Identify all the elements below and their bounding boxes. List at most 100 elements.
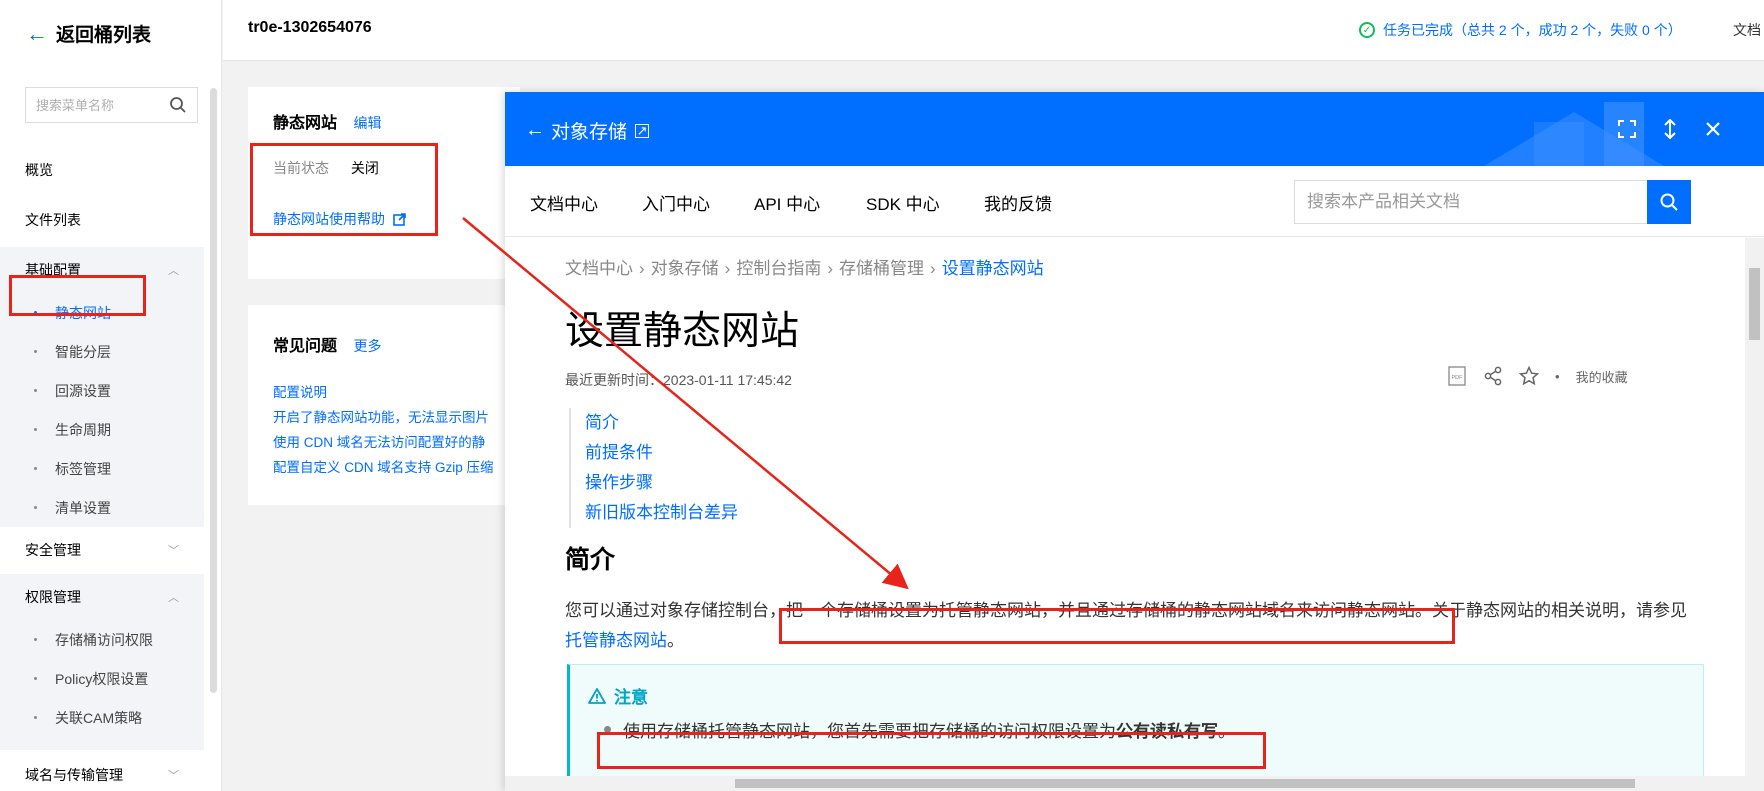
sidebar-item-intelligent-tiering[interactable]: 智能分层 [0, 332, 204, 371]
doc-horizontal-scrollbar[interactable] [505, 776, 1745, 791]
sidebar-item-label: Policy权限设置 [55, 670, 149, 687]
breadcrumb-item[interactable]: 对象存储 [651, 259, 719, 278]
warning-icon [588, 687, 606, 704]
sidebar-item-label: 标签管理 [55, 460, 111, 477]
close-button[interactable] [1698, 114, 1728, 144]
doc-search-box[interactable] [1294, 180, 1648, 224]
menu-search-input[interactable] [36, 97, 169, 113]
doc-panel: ← 对象存储 ↗ 文档中心 入门中心 API 中心 SDK 中心 我的反馈 文档… [505, 92, 1764, 791]
doc-vertical-scrollbar[interactable] [1745, 238, 1764, 791]
back-label: 返回桶列表 [56, 25, 152, 46]
share-button[interactable] [1483, 366, 1503, 386]
toc-item[interactable]: 新旧版本控制台差异 [585, 498, 738, 528]
top-bar: tr0e-1302654076 ✓ 任务已完成（总共 2 个，成功 2 个，失败… [223, 0, 1764, 61]
search-icon [170, 97, 186, 113]
sidebar-item-cam-policy[interactable]: 关联CAM策略 [0, 698, 204, 737]
breadcrumb: 文档中心 › 对象存储 › 控制台指南 › 存储桶管理 › 设置静态网站 [565, 254, 1044, 279]
toc-item[interactable]: 简介 [585, 408, 738, 438]
sidebar-item-inventory-settings[interactable]: 清单设置 [0, 488, 204, 527]
nav-getting-started[interactable]: 入门中心 [642, 190, 710, 215]
sidebar-item-label: 存储桶访问权限 [55, 631, 153, 648]
table-of-contents: 简介 前提条件 操作步骤 新旧版本控制台差异 [569, 408, 738, 528]
nav-sdk-center[interactable]: SDK 中心 [866, 190, 940, 215]
sidebar-item-security[interactable]: 安全管理 ﹀ [0, 527, 204, 573]
last-updated: 最近更新时间：2023-01-11 17:45:42 [565, 372, 792, 388]
toc-item[interactable]: 操作步骤 [585, 468, 738, 498]
sidebar-item-lifecycle[interactable]: 生命周期 [0, 410, 204, 449]
fullscreen-icon [1618, 120, 1636, 138]
sidebar-item-tag-management[interactable]: 标签管理 [0, 449, 204, 488]
doc-tools: PDF • 我的收藏 [1447, 366, 1628, 386]
static-website-help-link[interactable]: 静态网站使用帮助 [273, 209, 406, 229]
star-icon [1519, 366, 1539, 386]
sidebar-item-overview[interactable]: 概览 [25, 160, 53, 180]
faq-link[interactable]: 使用 CDN 域名无法访问配置好的静 [273, 431, 485, 451]
breadcrumb-current[interactable]: 设置静态网站 [942, 259, 1044, 278]
search-icon [1660, 193, 1678, 211]
sidebar-scrollbar[interactable] [210, 88, 217, 693]
sidebar-item-origin-settings[interactable]: 回源设置 [0, 371, 204, 410]
faq-link[interactable]: 配置自定义 CDN 域名支持 Gzip 压缩 [273, 456, 494, 476]
sidebar-item-label: 回源设置 [55, 382, 111, 399]
bullet-icon [34, 428, 37, 431]
sidebar-item-domain-transfer[interactable]: 域名与传输管理 ﹀ [0, 752, 204, 791]
chevron-down-icon: ﹀ [168, 770, 179, 782]
breadcrumb-item[interactable]: 文档中心 [565, 259, 633, 278]
para-text: 。 [667, 631, 684, 650]
external-link-icon: ↗ [635, 122, 650, 138]
menu-search-box[interactable] [25, 87, 198, 123]
pdf-button[interactable]: PDF [1447, 366, 1467, 386]
bullet-icon [34, 350, 37, 353]
bullet-icon [34, 389, 37, 392]
sidebar-item-label: 静态网站 [55, 304, 111, 321]
sidebar-group-permissions-header[interactable]: 权限管理 ︿ [0, 574, 204, 620]
sidebar-group-basic-config-header[interactable]: 基础配置 ︿ [0, 247, 204, 293]
breadcrumb-item[interactable]: 存储桶管理 [839, 259, 924, 278]
back-to-bucket-list-link[interactable]: ← 返回桶列表 [26, 20, 151, 47]
more-link[interactable]: 更多 [353, 338, 381, 354]
doc-search-button[interactable] [1647, 180, 1691, 224]
para-highlight-text: 把一个存储桶设置为托管静态网站，并且通过存储桶的静态网站域名来访问静态网站。 [786, 601, 1432, 620]
doc-panel-header: ← 对象存储 ↗ [505, 92, 1764, 166]
sidebar-item-policy[interactable]: Policy权限设置 [0, 659, 204, 698]
pdf-icon: PDF [1448, 366, 1466, 386]
sidebar-item-bucket-access[interactable]: 存储桶访问权限 [0, 620, 204, 659]
note-title-label: 注意 [614, 688, 648, 707]
bullet-icon [604, 726, 611, 733]
faq-link[interactable]: 配置说明 [273, 381, 327, 401]
sidebar-item-label: 域名与传输管理 [25, 767, 123, 783]
sidebar-group-permissions: 权限管理 ︿ 存储桶访问权限 Policy权限设置 关联CAM策略 [0, 574, 204, 750]
sidebar: ← 返回桶列表 概览 文件列表 基础配置 ︿ 静态网站 智能分层 回源设置 生命… [0, 0, 222, 791]
scrollbar-thumb[interactable] [1749, 268, 1760, 340]
faq-link[interactable]: 开启了静态网站功能，无法显示图片 [273, 406, 489, 426]
status-label: 当前状态 [273, 160, 329, 176]
arrow-left-icon: ← [26, 20, 48, 46]
resize-vertical-button[interactable] [1655, 114, 1685, 144]
note-text: 使用存储桶托管静态网站，您首先需要把存储桶的访问权限设置为 [623, 722, 1116, 741]
task-status[interactable]: ✓ 任务已完成（总共 2 个，成功 2 个，失败 0 个） [1359, 20, 1682, 40]
breadcrumb-item[interactable]: 控制台指南 [736, 259, 821, 278]
favorite-star-button[interactable] [1519, 366, 1539, 386]
top-doc-link[interactable]: 文档 [1733, 20, 1761, 40]
sidebar-item-file-list[interactable]: 文件列表 [25, 210, 81, 230]
nav-doc-center[interactable]: 文档中心 [530, 190, 598, 215]
scrollbar-thumb[interactable] [735, 779, 1635, 788]
vertical-resize-icon [1664, 119, 1676, 139]
pdf-label: PDF [1452, 375, 1464, 381]
nav-feedback[interactable]: 我的反馈 [984, 190, 1052, 215]
doc-search-input[interactable] [1307, 192, 1647, 212]
doc-back-link[interactable]: ← 对象存储 ↗ [525, 117, 650, 144]
static-website-card: 静态网站 编辑 当前状态 关闭 静态网站使用帮助 [248, 87, 520, 279]
card-title: 静态网站 [273, 115, 338, 132]
note-title: 注意 [588, 683, 648, 708]
edit-link[interactable]: 编辑 [353, 115, 381, 131]
sidebar-item-label: 安全管理 [25, 542, 81, 558]
nav-api-center[interactable]: API 中心 [754, 190, 820, 215]
fullscreen-button[interactable] [1612, 114, 1642, 144]
my-favorites-link[interactable]: 我的收藏 [1576, 367, 1628, 386]
sidebar-item-static-website[interactable]: 静态网站 [0, 293, 204, 332]
hosted-static-website-link[interactable]: 托管静态网站 [565, 631, 667, 650]
note-bold-text: 公有读私有写 [1116, 722, 1218, 741]
doc-body: 文档中心 › 对象存储 › 控制台指南 › 存储桶管理 › 设置静态网站 设置静态网站 最近更新… [505, 238, 1745, 791]
toc-item[interactable]: 前提条件 [585, 438, 738, 468]
